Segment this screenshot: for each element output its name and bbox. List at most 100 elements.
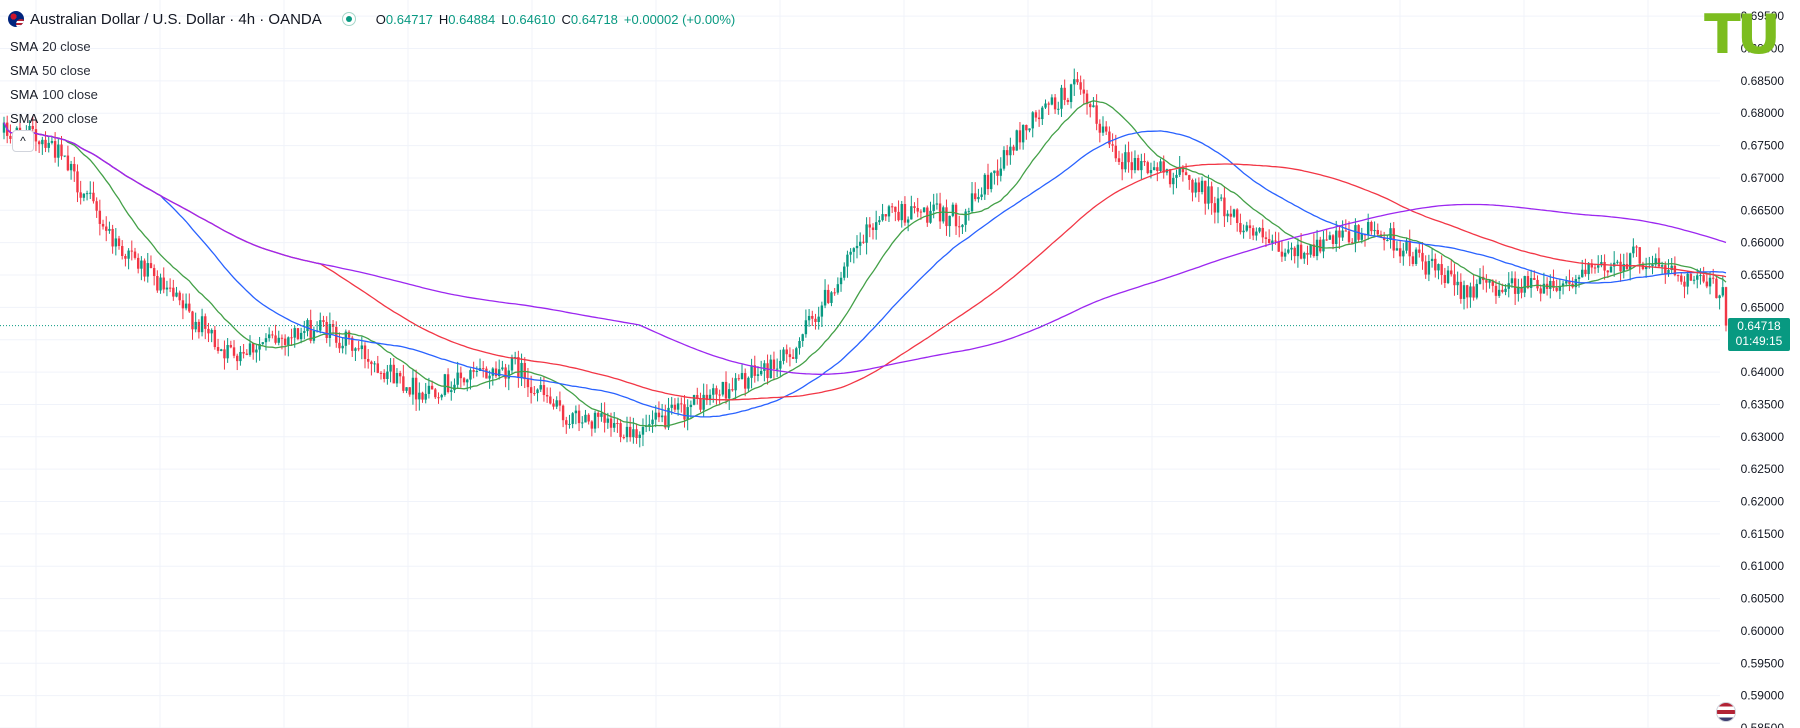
candle-body [277, 337, 280, 343]
candle-body [1274, 240, 1277, 242]
candle-body [942, 207, 945, 222]
candle-body [600, 413, 603, 417]
candle-body [376, 363, 379, 373]
legend-sma-200[interactable]: SMA 200 close [10, 106, 98, 130]
price-chart-svg[interactable]: 0.695000.690000.685000.680000.675000.670… [0, 0, 1800, 728]
candle-body [1044, 103, 1047, 108]
candle-body [1450, 270, 1453, 275]
candle-body [1513, 278, 1517, 294]
candle-body [1242, 230, 1245, 233]
currency-flag-icon[interactable] [1716, 702, 1736, 722]
candle-body [191, 311, 194, 330]
candle-body [855, 245, 859, 249]
tu-logo: TU [1704, 3, 1781, 66]
candle-body [798, 341, 801, 349]
y-axis-tick-label: 0.60500 [1741, 592, 1785, 606]
legend-sma-20[interactable]: SMA 20 close [10, 34, 98, 58]
candle-body [1434, 258, 1437, 271]
candle-body [1328, 235, 1332, 240]
candle-body [1069, 84, 1073, 103]
candle-body [747, 377, 750, 389]
candle-body [1606, 270, 1609, 273]
candle-body [1424, 261, 1427, 275]
candle-body [868, 224, 871, 228]
candle-body [750, 365, 753, 378]
candle-body [37, 141, 41, 145]
y-axis-tick-label: 0.61000 [1741, 559, 1785, 573]
candle-body [935, 203, 939, 205]
candle-body [670, 404, 673, 408]
candle-body [57, 144, 60, 158]
candle-body [628, 426, 632, 438]
candle-body [172, 287, 175, 297]
legend-sma-label: SMA [10, 86, 39, 102]
candle-body [114, 238, 118, 247]
candle-body [1315, 239, 1319, 257]
candle-body [1066, 99, 1070, 103]
candle-body [1341, 230, 1344, 238]
candle-body [1105, 126, 1108, 132]
candle-body [590, 421, 594, 429]
candle-body [1267, 239, 1271, 244]
candle-body [1277, 241, 1280, 252]
candle-body [571, 413, 574, 424]
candle-body [846, 254, 849, 267]
y-axis-tick-label: 0.68500 [1741, 74, 1785, 88]
candle-body [1344, 230, 1348, 232]
candle-body [689, 404, 693, 408]
candle-body [411, 377, 415, 395]
candle-body [1549, 280, 1552, 289]
candle-body [1331, 235, 1335, 244]
candle-body [993, 170, 996, 174]
candle-body [1303, 252, 1306, 259]
y-axis-tick-label: 0.63500 [1741, 397, 1785, 411]
legend-sma-100[interactable]: SMA 100 close [10, 82, 98, 106]
candle-body [632, 429, 635, 438]
candle-body [1657, 258, 1661, 267]
chart-area[interactable]: 0.69500 0.69000 0.68500 0.68000 0.67500 0.670… [0, 0, 1800, 728]
candle-body [1012, 146, 1015, 151]
candle-body [1443, 275, 1447, 284]
indicator-legend: SMA 20 close SMA 50 close SMA 100 close SMA… [10, 34, 98, 130]
symbol-header[interactable]: Australian Dollar / U.S. Dollar · 4h · O… [8, 8, 735, 30]
candle-body [587, 414, 590, 422]
candle-body [980, 194, 983, 197]
candle-body [913, 206, 916, 209]
legend-sma-50[interactable]: SMA 50 close [10, 58, 98, 82]
candle-body [1638, 247, 1641, 264]
chevron-up-icon: ^ [20, 134, 26, 148]
candle-body [558, 400, 562, 406]
market-open-status-icon[interactable] [341, 12, 356, 26]
candle-body [1628, 253, 1632, 269]
candle-body [1089, 104, 1092, 108]
candle-body [491, 368, 495, 376]
collapse-legend-button[interactable]: ^ [12, 130, 34, 152]
candle-body [1616, 261, 1619, 263]
candle-body [1283, 252, 1287, 257]
candle-body [437, 397, 440, 399]
candle-body [900, 204, 903, 221]
candle-body [718, 394, 721, 396]
candle-body [216, 347, 220, 351]
change-value: +0.00002 (+0.00%) [623, 11, 736, 27]
candle-body [724, 381, 728, 399]
y-axis-tick-label: 0.62500 [1741, 462, 1785, 476]
candle-body [740, 373, 744, 380]
candle-body [1021, 124, 1025, 143]
candle-body [1159, 161, 1162, 171]
symbol-title[interactable]: Australian Dollar / U.S. Dollar · 4h · O… [30, 11, 322, 28]
candle-body [1293, 247, 1296, 257]
candle-body [382, 373, 386, 380]
candle-body [456, 372, 459, 385]
candle-body [1664, 265, 1667, 274]
candle-body [459, 372, 463, 379]
candle-body [1207, 186, 1210, 204]
candle-body [1597, 265, 1600, 268]
candle-body [1191, 179, 1194, 193]
candle-body [290, 337, 293, 339]
candle-body [1136, 157, 1140, 171]
candle-body [95, 201, 98, 211]
candle-body [251, 343, 255, 353]
candle-body [1114, 145, 1117, 159]
candle-body [299, 332, 303, 340]
